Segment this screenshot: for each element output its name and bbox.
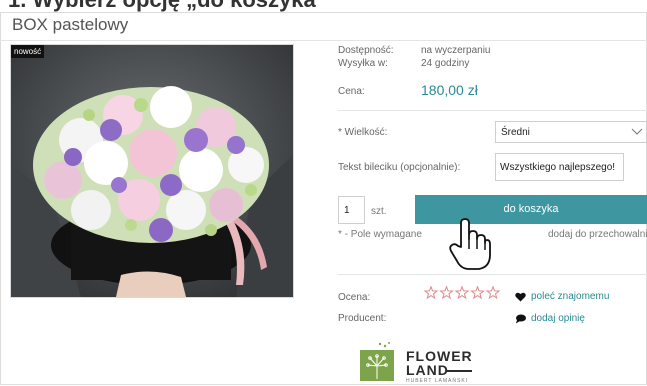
hand-pointer-icon	[449, 218, 491, 270]
price-value: 180,00 zł	[421, 82, 478, 98]
divider	[338, 274, 647, 275]
heart-icon	[515, 292, 526, 302]
quantity-input[interactable]: 1	[338, 196, 365, 224]
flowerland-logo[interactable]	[360, 341, 394, 381]
product-photo[interactable]	[11, 45, 293, 297]
rating-stars[interactable]	[424, 286, 502, 300]
add-review-link[interactable]: dodaj opinię	[531, 313, 585, 324]
product-title: BOX pastelowy	[12, 15, 129, 34]
divider	[338, 110, 647, 111]
availability-label: Dostępność:	[338, 45, 394, 56]
shipping-value: 24 godziny	[421, 58, 470, 69]
star-icon[interactable]	[424, 286, 439, 300]
producer-label: Producent:	[338, 313, 387, 324]
title-divider	[0, 40, 647, 41]
star-icon[interactable]	[439, 286, 454, 300]
chevron-down-icon	[631, 128, 643, 135]
star-icon[interactable]	[454, 286, 470, 300]
shipping-label: Wysyłka w:	[338, 58, 388, 69]
availability-value: na wyczerpaniu	[421, 45, 491, 56]
size-select[interactable]: Średni	[495, 121, 647, 143]
ticket-text-label: Tekst bileciku (opcjonalnie):	[338, 162, 461, 173]
bouquet-illustration	[11, 45, 293, 297]
brand-tagline: HUBERT LAMAŃSKI	[406, 378, 469, 384]
add-to-storage-link[interactable]: dodaj do przechowalni	[548, 229, 647, 240]
star-icon[interactable]	[470, 286, 485, 300]
size-label: * Wielkość:	[338, 127, 388, 138]
ticket-text-input[interactable]: Wszystkiego najlepszego!	[495, 153, 624, 181]
brand-name-line2: LAND	[406, 362, 449, 378]
page-heading: 1. Wybierz opcję „do koszyka”	[8, 0, 327, 12]
star-icon[interactable]	[485, 286, 501, 300]
rating-label: Ocena:	[338, 292, 371, 303]
recommend-link[interactable]: poleć znajomemu	[531, 291, 609, 302]
comment-icon	[516, 314, 526, 324]
required-note: * - Pole wymagane	[338, 229, 422, 240]
new-badge: nowość	[11, 45, 45, 58]
price-label: Cena:	[338, 86, 365, 97]
brand-underline	[446, 370, 472, 372]
brand-name-line1: FLOWER	[406, 348, 473, 364]
quantity-unit: szt.	[371, 206, 387, 217]
dandelion-logo-icon	[360, 342, 394, 381]
